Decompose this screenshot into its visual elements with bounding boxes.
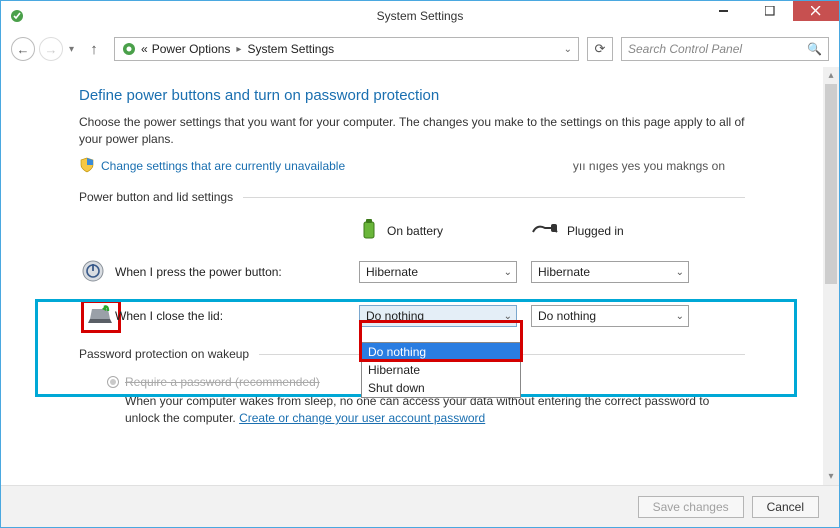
back-button[interactable]: ← [11, 37, 35, 61]
select-value: Do nothing [366, 309, 424, 323]
section-label: Password protection on wakeup [79, 347, 249, 361]
create-password-link[interactable]: Create or change your user account passw… [239, 411, 485, 425]
up-button[interactable]: ↑ [84, 41, 104, 58]
save-button[interactable]: Save changes [638, 496, 744, 518]
chevron-right-icon: ▸ [236, 44, 241, 55]
setting-row-power-button: When I press the power button: Hibernate… [79, 259, 745, 286]
chevron-down-icon: ⌄ [676, 311, 684, 322]
address-dropdown-icon[interactable]: ⌄ [564, 44, 572, 55]
close-button[interactable] [793, 1, 839, 21]
setting-label: When I press the power button: [111, 265, 359, 279]
content-area: Define power buttons and turn on passwor… [1, 67, 823, 485]
breadcrumb-seg-power-options[interactable]: Power Options [152, 42, 231, 56]
laptop-icon [86, 305, 114, 328]
chevron-down-icon: ⌄ [676, 267, 684, 278]
dropdown-option-do-nothing[interactable]: Do nothing [362, 343, 520, 361]
search-input[interactable]: Search Control Panel 🔍 [621, 37, 829, 61]
plug-icon [531, 222, 559, 241]
require-password-label: Require a password (recommended) [125, 375, 320, 389]
dropdown-option-hibernate[interactable]: Hibernate [362, 361, 520, 379]
select-value: Do nothing [538, 309, 596, 323]
page-title: Define power buttons and turn on passwor… [79, 87, 745, 104]
uac-link-row: Change settings that are currently unava… [79, 157, 745, 176]
location-icon [121, 41, 137, 57]
scroll-thumb[interactable] [825, 84, 837, 284]
window-title: System Settings [377, 9, 464, 23]
footer-bar: Save changes Cancel [1, 485, 839, 527]
breadcrumb-seg-system-settings[interactable]: System Settings [247, 42, 334, 56]
power-button-battery-select[interactable]: Hibernate ⌄ [359, 261, 517, 283]
navigation-toolbar: ← → ▾ ↑ « Power Options ▸ System Setting… [1, 31, 839, 67]
search-icon: 🔍 [807, 42, 822, 56]
select-value: Hibernate [538, 265, 590, 279]
select-value: Hibernate [366, 265, 418, 279]
divider-line [243, 197, 745, 198]
section-label: Power button and lid settings [79, 190, 233, 204]
power-button-plugged-select[interactable]: Hibernate ⌄ [531, 261, 689, 283]
setting-label: When I close the lid: [111, 309, 359, 323]
column-plugged-in: Plugged in [531, 218, 703, 245]
chevron-down-icon: ⌄ [504, 311, 512, 322]
refresh-button[interactable]: ⟳ [587, 37, 613, 61]
radio-require-password[interactable] [107, 376, 119, 388]
setting-row-close-lid: When I close the lid: Do nothing ⌄ Do no… [79, 300, 745, 333]
cancel-button[interactable]: Cancel [752, 496, 819, 518]
maximize-button[interactable] [747, 1, 793, 21]
column-label: On battery [387, 224, 443, 238]
breadcrumb-back: « [141, 42, 148, 56]
titlebar: System Settings [1, 1, 839, 31]
lid-plugged-select[interactable]: Do nothing ⌄ [531, 305, 689, 327]
shield-icon [79, 157, 95, 176]
history-dropdown-icon[interactable]: ▾ [69, 44, 74, 55]
address-bar[interactable]: « Power Options ▸ System Settings ⌄ [114, 37, 579, 61]
section-power-button: Power button and lid settings [79, 190, 745, 204]
change-settings-link[interactable]: Change settings that are currently unava… [101, 159, 345, 173]
page-description: Choose the power settings that you want … [79, 114, 745, 149]
power-icon [81, 259, 105, 286]
minimize-button[interactable] [701, 1, 747, 21]
column-label: Plugged in [567, 224, 624, 238]
app-icon [9, 8, 25, 24]
ghost-text: yıı nıges yes you makngs on [573, 159, 725, 173]
forward-button[interactable]: → [39, 37, 63, 61]
window-controls [701, 1, 839, 21]
battery-icon [359, 218, 379, 245]
chevron-down-icon: ⌄ [504, 267, 512, 278]
column-on-battery: On battery [359, 218, 531, 245]
vertical-scrollbar[interactable]: ▴ ▾ [823, 67, 839, 485]
search-placeholder: Search Control Panel [628, 42, 742, 56]
column-headers: On battery Plugged in [79, 218, 745, 245]
lid-battery-dropdown: Do nothing Hibernate Shut down [361, 342, 521, 398]
dropdown-option-shut-down[interactable]: Shut down [362, 379, 520, 397]
lid-battery-select[interactable]: Do nothing ⌄ [359, 305, 517, 327]
window-frame: System Settings ← → ▾ ↑ « Power Options … [0, 0, 840, 528]
scroll-down-icon[interactable]: ▾ [823, 468, 839, 485]
scroll-up-icon[interactable]: ▴ [823, 67, 839, 84]
